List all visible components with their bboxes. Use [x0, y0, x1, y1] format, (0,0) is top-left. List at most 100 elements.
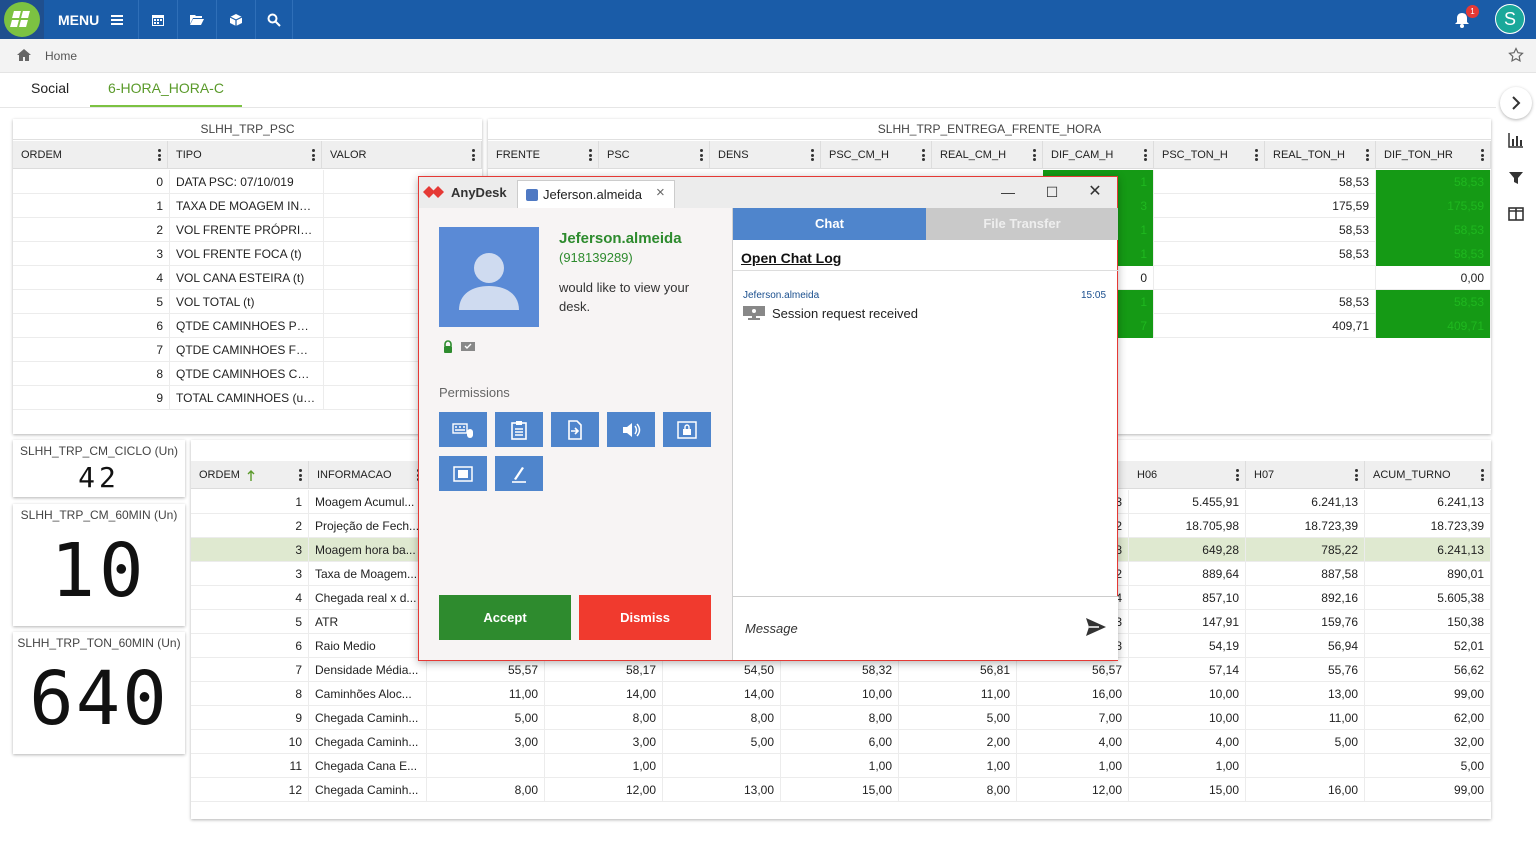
table-row[interactable]: 1 TAXA DE MOAGEM IND...: [13, 194, 482, 218]
collapse-button[interactable]: [1500, 87, 1532, 119]
column-header[interactable]: ORDEM: [13, 141, 168, 169]
column-menu-icon[interactable]: [1355, 469, 1358, 481]
session-tab[interactable]: Jeferson.almeida ×: [517, 180, 675, 208]
table-row[interactable]: 5 VOL TOTAL (t): [13, 290, 482, 314]
close-button[interactable]: ✕: [1080, 181, 1110, 203]
maximize-button[interactable]: ☐: [1037, 181, 1067, 203]
dismiss-button[interactable]: Dismiss: [579, 595, 711, 640]
calendar-button[interactable]: [138, 0, 176, 39]
tab-chat[interactable]: Chat: [733, 208, 926, 240]
columns-icon[interactable]: [1507, 205, 1525, 223]
app-logo[interactable]: [0, 0, 44, 39]
column-menu-icon[interactable]: [922, 149, 925, 161]
permission-keyboard-button[interactable]: [439, 412, 487, 447]
column-header[interactable]: PSC: [599, 141, 710, 169]
permission-draw-button[interactable]: [495, 456, 543, 491]
table-row[interactable]: 8 QTDE CAMINHOES CAN...: [13, 362, 482, 386]
sort-ascending-icon[interactable]: [247, 470, 255, 481]
filter-icon[interactable]: [1507, 169, 1525, 187]
column-menu-icon[interactable]: [811, 149, 814, 161]
table-row[interactable]: 2 VOL FRENTE PRÓPRIA (t): [13, 218, 482, 242]
breadcrumb-home[interactable]: Home: [45, 49, 77, 63]
tab-social[interactable]: Social: [18, 73, 88, 107]
value-cell: 6,00: [781, 730, 899, 754]
column-header[interactable]: FRENTE: [488, 141, 599, 169]
column-header[interactable]: DIF_TON_HR: [1376, 141, 1491, 169]
column-header[interactable]: VALOR: [322, 141, 482, 169]
table-row[interactable]: 0 DATA PSC: 07/10/019: [13, 170, 482, 194]
column-header[interactable]: REAL_TON_H: [1265, 141, 1376, 169]
column-header[interactable]: INFORMACAO: [309, 461, 427, 489]
column-menu-icon[interactable]: [299, 469, 302, 481]
permission-file-button[interactable]: [551, 412, 599, 447]
user-menu[interactable]: S: [1492, 0, 1536, 39]
column-menu-icon[interactable]: [1481, 469, 1484, 481]
column-header[interactable]: DIF_CAM_H: [1043, 141, 1154, 169]
column-header[interactable]: H07: [1246, 461, 1365, 489]
table-row[interactable]: 10 Chegada Caminh... 3,00 3,00 5,00 6,00 2,00 4…: [191, 730, 1491, 754]
ordem-cell: 5: [191, 610, 309, 634]
permission-lock-button[interactable]: [663, 412, 711, 447]
column-header[interactable]: REAL_CM_H: [932, 141, 1043, 169]
table-row[interactable]: 9 TOTAL CAMINHOES (un...: [13, 386, 482, 410]
column-header[interactable]: ACUM_TURNO: [1365, 461, 1491, 489]
ordem-cell: 1: [13, 194, 170, 218]
column-header[interactable]: PSC_TON_H: [1154, 141, 1265, 169]
column-menu-icon[interactable]: [158, 149, 161, 161]
table-row[interactable]: 8 Caminhões Aloc... 11,00 14,00 14,00 10,00 11…: [191, 682, 1491, 706]
message-input[interactable]: Message: [745, 621, 798, 636]
minimize-button[interactable]: —: [993, 181, 1023, 203]
permission-sound-button[interactable]: [607, 412, 655, 447]
permission-clipboard-button[interactable]: [495, 412, 543, 447]
value-cell: [663, 754, 781, 778]
send-icon[interactable]: [1085, 617, 1107, 637]
column-menu-icon[interactable]: [1033, 149, 1036, 161]
column-header[interactable]: DENS: [710, 141, 821, 169]
column-header[interactable]: PSC_CM_H: [821, 141, 932, 169]
caller-avatar: [439, 227, 539, 327]
table-row[interactable]: 3 VOL FRENTE FOCA (t): [13, 242, 482, 266]
tipo-cell: QTDE CAMINHOES FOC...: [170, 338, 324, 362]
table-row[interactable]: 7 QTDE CAMINHOES FOC...: [13, 338, 482, 362]
column-header[interactable]: H06: [1129, 461, 1246, 489]
column-menu-icon[interactable]: [1366, 149, 1369, 161]
accept-button[interactable]: Accept: [439, 595, 571, 640]
table-row[interactable]: 9 Chegada Caminh... 5,00 8,00 8,00 8,00 5,00 7,…: [191, 706, 1491, 730]
column-menu-icon[interactable]: [1236, 469, 1239, 481]
value-cell: 8,00: [427, 778, 545, 802]
folder-button[interactable]: [177, 0, 215, 39]
permission-record-button[interactable]: [439, 456, 487, 491]
column-menu-icon[interactable]: [312, 149, 315, 161]
tipo-cell: VOL FRENTE PRÓPRIA (t): [170, 218, 324, 242]
column-menu-icon[interactable]: [589, 149, 592, 161]
ordem-cell: 3: [13, 242, 170, 266]
ordem-cell: 8: [13, 362, 170, 386]
table-row[interactable]: 12 Chegada Caminh... 8,00 12,00 13,00 15,00 8,…: [191, 778, 1491, 802]
star-icon[interactable]: [1508, 47, 1524, 63]
anydesk-titlebar[interactable]: AnyDesk Jeferson.almeida × — ☐ ✕: [419, 177, 1117, 208]
close-tab-icon[interactable]: ×: [656, 184, 665, 201]
column-header[interactable]: TIPO: [168, 141, 322, 169]
column-menu-icon[interactable]: [700, 149, 703, 161]
open-chat-log-link[interactable]: Open Chat Log: [741, 250, 841, 266]
menu-button[interactable]: MENU: [44, 0, 138, 39]
column-menu-icon[interactable]: [1481, 149, 1484, 161]
column-menu-icon[interactable]: [472, 149, 475, 161]
menu-label: MENU: [58, 11, 100, 28]
table-row[interactable]: 7 Densidade Média... 55,57 58,17 54,50 58,32 5…: [191, 658, 1491, 682]
chat-message: Session request received: [772, 306, 918, 321]
home-icon[interactable]: [16, 48, 32, 62]
table-row[interactable]: 11 Chegada Cana E... 1,00 1,00 1,00 1,00 1,00 5…: [191, 754, 1491, 778]
column-header[interactable]: ORDEM: [191, 461, 309, 489]
table-row[interactable]: 6 QTDE CAMINHOES PRO...: [13, 314, 482, 338]
column-menu-icon[interactable]: [1144, 149, 1147, 161]
dif-ton-cell: 58,53: [1376, 290, 1491, 314]
tab-6-hora-hora-c[interactable]: 6-HORA_HORA-C: [90, 73, 242, 107]
column-menu-icon[interactable]: [1255, 149, 1258, 161]
caller-id: (918139289): [559, 250, 633, 265]
bar-chart-icon[interactable]: [1507, 131, 1525, 149]
tab-file-transfer[interactable]: File Transfer: [926, 208, 1118, 240]
table-row[interactable]: 4 VOL CANA ESTEIRA (t): [13, 266, 482, 290]
search-button[interactable]: [255, 0, 293, 39]
cube-button[interactable]: [216, 0, 254, 39]
